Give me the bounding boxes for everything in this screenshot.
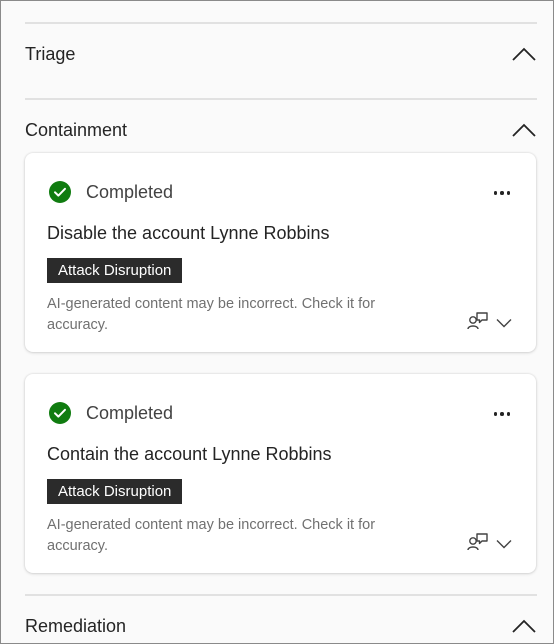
section-header-triage[interactable]: Triage — [25, 38, 537, 70]
status-text: Completed — [86, 181, 174, 202]
action-card: Completed Disable the account Lynne Robb… — [25, 153, 536, 352]
badge: Attack Disruption — [47, 258, 183, 283]
action-card: Completed Contain the account Lynne Robb… — [25, 374, 536, 573]
ai-disclaimer: AI-generated content may be incorrect. C… — [47, 517, 376, 554]
section-title: Remediation — [25, 615, 127, 636]
check-circle-icon — [49, 402, 71, 424]
section-title: Triage — [25, 43, 76, 64]
chevron-down-icon[interactable] — [496, 315, 512, 333]
ai-disclaimer: AI-generated content may be incorrect. C… — [47, 296, 376, 333]
check-circle-icon — [49, 181, 71, 203]
chevron-up-icon[interactable] — [511, 46, 537, 62]
status-text: Completed — [86, 402, 174, 423]
section-divider — [25, 594, 537, 596]
card-title: Contain the account Lynne Robbins — [47, 444, 332, 464]
badge: Attack Disruption — [47, 479, 183, 504]
section-header-containment[interactable]: Containment — [25, 114, 537, 146]
more-options-button[interactable] — [490, 183, 514, 203]
chevron-down-icon[interactable] — [496, 536, 512, 554]
feedback-icon[interactable] — [467, 532, 489, 557]
status-row: Completed — [49, 402, 173, 424]
top-divider — [25, 22, 537, 24]
section-title: Containment — [25, 119, 128, 140]
status-row: Completed — [49, 181, 173, 203]
more-options-button[interactable] — [490, 404, 514, 424]
section-header-remediation[interactable]: Remediation — [25, 610, 537, 642]
chevron-up-icon[interactable] — [511, 122, 537, 138]
chevron-up-icon[interactable] — [511, 618, 537, 634]
card-title: Disable the account Lynne Robbins — [47, 223, 330, 243]
feedback-icon[interactable] — [467, 311, 489, 336]
feedback-control[interactable] — [467, 311, 512, 336]
feedback-control[interactable] — [467, 532, 512, 557]
section-divider — [25, 98, 537, 100]
